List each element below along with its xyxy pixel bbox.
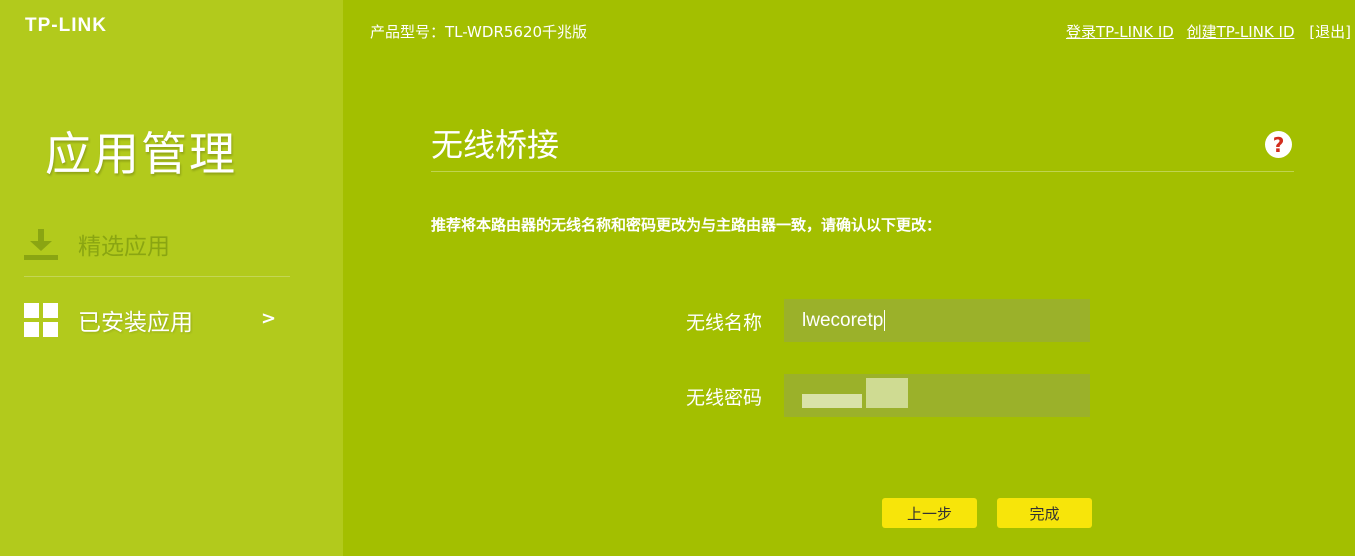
- tp-link-logo: TP-LINK: [25, 15, 107, 36]
- create-tplink-id-link[interactable]: 创建TP-LINK ID: [1187, 23, 1295, 41]
- ssid-input[interactable]: lwecoretp: [784, 299, 1090, 342]
- password-blur: [802, 394, 862, 408]
- sidebar-item-installed-apps[interactable]: 已安装应用 >: [24, 288, 290, 352]
- previous-step-button[interactable]: 上一步: [882, 498, 977, 528]
- sidebar-item-label: 精选应用: [78, 234, 170, 260]
- instruction-text: 推荐将本路由器的无线名称和密码更改为与主路由器一致，请确认以下更改：: [431, 216, 942, 234]
- ssid-value: lwecoretp: [802, 310, 886, 332]
- sidebar: TP-LINK 应用管理 精选应用 已安装应用 >: [0, 0, 343, 556]
- login-tplink-id-link[interactable]: 登录TP-LINK ID: [1066, 23, 1174, 41]
- ssid-label: 无线名称: [686, 312, 763, 334]
- password-blur: [866, 378, 908, 408]
- help-icon[interactable]: ?: [1265, 131, 1292, 158]
- grid-icon: [24, 303, 58, 337]
- app-management-title: 应用管理: [45, 127, 237, 181]
- header-links: 登录TP-LINK ID 创建TP-LINK ID [退出]: [1058, 21, 1351, 42]
- download-icon: [24, 227, 58, 261]
- sidebar-item-featured-apps[interactable]: 精选应用: [24, 212, 290, 277]
- password-input[interactable]: [784, 374, 1090, 417]
- password-label: 无线密码: [686, 387, 763, 409]
- chevron-right-icon: >: [261, 308, 277, 329]
- sidebar-item-label: 已安装应用: [78, 310, 193, 336]
- product-model: 产品型号：TL-WDR5620千兆版: [370, 23, 588, 41]
- title-divider: [431, 171, 1294, 172]
- finish-button[interactable]: 完成: [997, 498, 1092, 528]
- logout-link[interactable]: [退出]: [1309, 23, 1351, 41]
- page-title: 无线桥接: [431, 126, 560, 164]
